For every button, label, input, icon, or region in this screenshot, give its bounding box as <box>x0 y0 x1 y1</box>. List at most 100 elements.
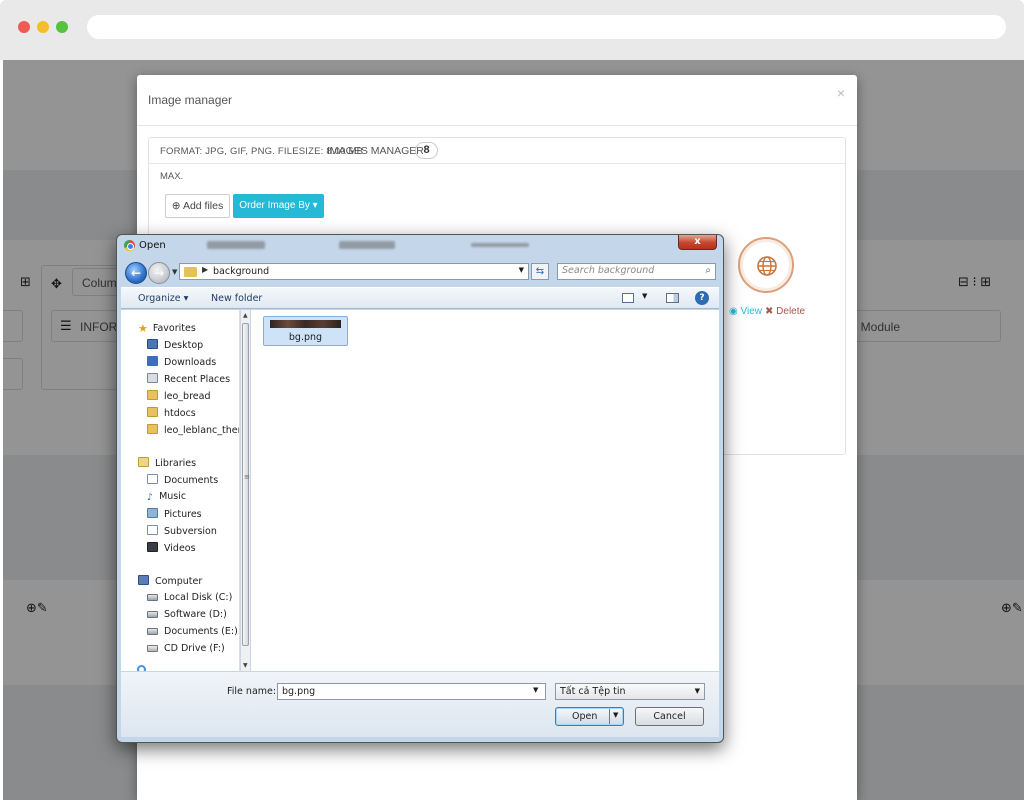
search-input[interactable]: Search background ⌕ <box>557 263 716 280</box>
add-files-label: Add files <box>182 200 224 212</box>
dialog-close-button[interactable]: x <box>678 235 717 250</box>
dialog-footer: File name: bg.png ▼ Tất cả Tệp tin ▼ Ope… <box>121 672 719 737</box>
command-bar: Organize ▾ New folder ▼ ? <box>121 287 719 309</box>
address-bar[interactable] <box>87 15 1006 39</box>
scroll-down-icon[interactable]: ▼ <box>243 662 248 669</box>
new-folder-button[interactable]: New folder <box>211 293 262 304</box>
order-image-button[interactable]: Order Image By ▾ <box>233 194 324 218</box>
nav-item-videos[interactable]: Videos <box>147 542 196 554</box>
open-file-dialog: Open x ← → ▼ ▶ background ▼ ⇆ Search bac… <box>116 234 724 743</box>
plus-circle-icon: ⊕ <box>171 200 181 212</box>
file-type-value: Tất cả Tệp tin <box>560 686 626 697</box>
forward-arrow-icon[interactable]: → <box>148 262 170 284</box>
nav-item-recent-places[interactable]: Recent Places <box>147 373 230 385</box>
view-link[interactable]: ◉ View <box>729 306 762 317</box>
image-thumbnail[interactable] <box>738 237 794 293</box>
chevron-down-icon[interactable]: ▼ <box>642 292 647 300</box>
nav-favorites[interactable]: ★ Favorites <box>138 322 196 335</box>
libraries-icon <box>138 457 149 467</box>
cd-drive-icon <box>147 645 158 652</box>
close-icon[interactable]: × <box>837 85 845 101</box>
modal-title: Image manager <box>148 93 233 107</box>
file-name-value: bg.png <box>282 686 316 697</box>
network-icon <box>137 665 146 671</box>
folder-icon <box>184 267 197 277</box>
address-breadcrumb[interactable]: ▶ background ▼ <box>179 263 529 280</box>
images-count-badge: 8 <box>415 142 438 159</box>
images-manager-label: IMAGES MANAGER <box>327 145 424 157</box>
chevron-down-icon[interactable]: ▼ <box>613 711 618 719</box>
nav-scrollbar[interactable]: ▲ ≡ ▼ <box>240 310 250 671</box>
back-arrow-icon[interactable]: ← <box>125 262 147 284</box>
documents-icon <box>147 474 158 484</box>
maximize-window-icon[interactable] <box>56 21 68 33</box>
divider <box>137 125 857 126</box>
nav-item-music[interactable]: ♪ Music <box>147 491 186 503</box>
open-label: Open <box>572 711 598 722</box>
videos-icon <box>147 542 158 552</box>
delete-link[interactable]: ✖ Delete <box>765 306 805 317</box>
views-icon[interactable] <box>622 293 634 303</box>
chevron-down-icon: ▼ <box>518 266 524 274</box>
scroll-thumb[interactable] <box>242 323 249 646</box>
delete-label: Delete <box>776 306 806 317</box>
nav-item-cd-drive-f[interactable]: CD Drive (F:) <box>147 643 225 654</box>
nav-item-network[interactable] <box>137 665 152 671</box>
recent-places-icon <box>147 373 158 383</box>
dialog-title: Open <box>139 240 166 251</box>
order-image-label: Order Image By <box>239 200 310 211</box>
blurred-title-text <box>471 243 529 247</box>
image-thumbnail <box>270 320 341 328</box>
open-button[interactable]: Open ▼ <box>555 707 624 726</box>
organize-label: Organize <box>138 293 181 304</box>
nav-item-pictures[interactable]: Pictures <box>147 508 202 520</box>
chevron-down-icon[interactable]: ▼ <box>533 686 538 694</box>
close-window-icon[interactable] <box>18 21 30 33</box>
blurred-title-text <box>207 241 265 249</box>
blurred-title-text <box>339 241 395 249</box>
nav-libraries[interactable]: Libraries <box>138 457 196 469</box>
minimize-window-icon[interactable] <box>37 21 49 33</box>
preview-pane-icon[interactable] <box>666 293 679 303</box>
file-type-select[interactable]: Tất cả Tệp tin ▼ <box>555 683 705 700</box>
max-text: MAX. <box>160 171 184 182</box>
add-files-button[interactable]: ⊕ Add files <box>165 194 230 218</box>
downloads-icon <box>147 356 158 366</box>
navigation-pane: ★ Favorites Desktop Downloads Recent Plac… <box>121 310 240 671</box>
nav-computer[interactable]: Computer <box>138 575 202 587</box>
split-divider <box>609 709 610 724</box>
nav-item-local-disk-c[interactable]: Local Disk (C:) <box>147 592 232 603</box>
chrome-icon <box>124 240 135 251</box>
nav-item-subversion[interactable]: Subversion <box>147 525 217 537</box>
file-name: bg.png <box>288 332 323 343</box>
breadcrumb-path: background <box>213 266 270 277</box>
subversion-icon <box>147 525 158 535</box>
file-item[interactable]: bg.png <box>263 316 348 346</box>
nav-item-documents[interactable]: Documents <box>147 474 218 486</box>
nav-item-documents-e[interactable]: Documents (E:) <box>147 626 238 637</box>
search-placeholder: Search background <box>562 265 655 276</box>
nav-item-downloads[interactable]: Downloads <box>147 356 216 368</box>
scroll-grip-icon: ≡ <box>244 473 250 481</box>
refresh-icon[interactable]: ⇆ <box>531 263 549 280</box>
nav-item-software-d[interactable]: Software (D:) <box>147 609 227 620</box>
nav-item-leo-bread[interactable]: leo_bread <box>147 390 210 402</box>
pictures-icon <box>147 508 158 518</box>
caret-down-icon: ▾ <box>312 200 318 211</box>
nav-item-htdocs[interactable]: htdocs <box>147 407 196 419</box>
star-icon: ★ <box>138 322 148 335</box>
folder-icon <box>147 390 158 400</box>
search-icon: ⌕ <box>705 265 711 276</box>
file-name-label: File name: <box>227 686 277 697</box>
history-dropdown-icon[interactable]: ▼ <box>172 268 177 276</box>
folder-icon <box>147 424 158 434</box>
nav-item-desktop[interactable]: Desktop <box>147 339 203 351</box>
disk-icon <box>147 611 158 618</box>
nav-item-leo-leblanc[interactable]: leo_leblanc_them <box>147 424 239 436</box>
file-name-input[interactable]: bg.png <box>277 683 546 700</box>
cancel-button[interactable]: Cancel <box>635 707 704 726</box>
organize-menu[interactable]: Organize ▾ <box>138 293 188 304</box>
scroll-up-icon[interactable]: ▲ <box>243 312 248 319</box>
disk-icon <box>147 594 158 601</box>
help-icon[interactable]: ? <box>695 291 709 305</box>
